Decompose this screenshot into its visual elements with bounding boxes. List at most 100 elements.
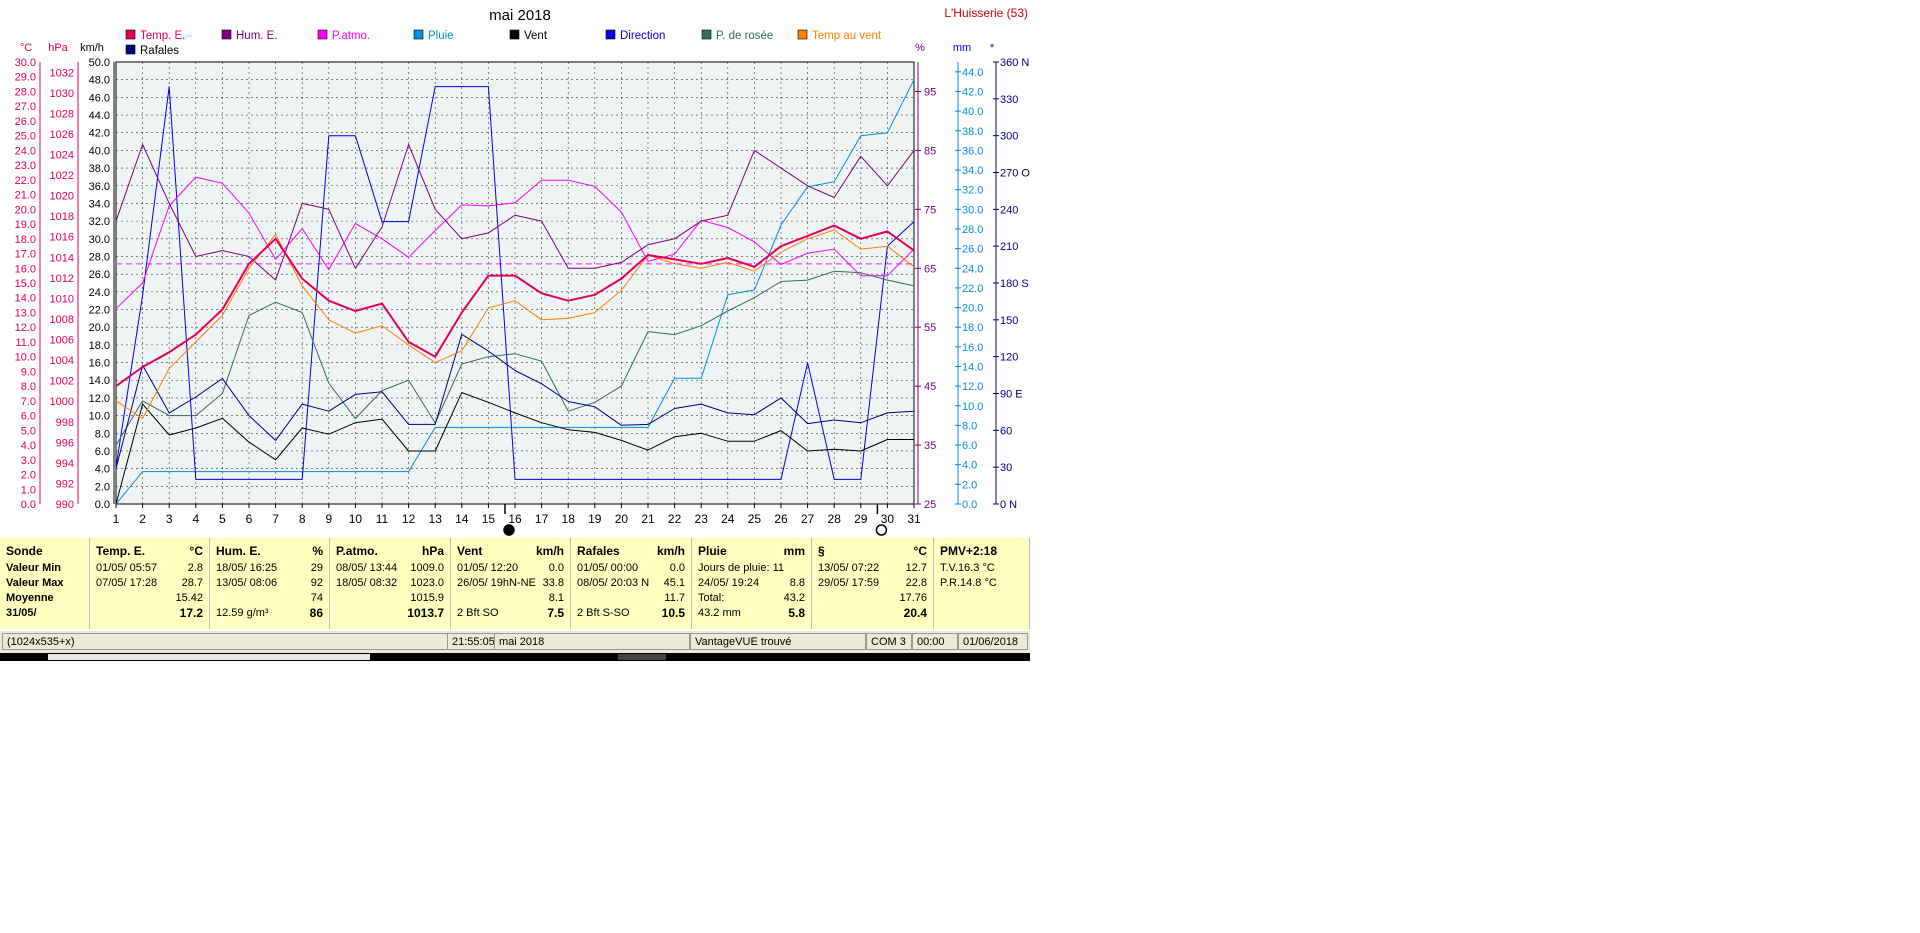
legend-swatch: [797, 29, 808, 40]
summary-column-title: Rafales: [577, 544, 620, 558]
wind-tick-label: 24.0: [89, 287, 110, 299]
wind-tick-label: 36.0: [89, 181, 110, 193]
x-tick-label: 30: [881, 512, 895, 526]
temp-tick-label: 13.0: [15, 307, 36, 319]
x-tick-label: 25: [748, 512, 762, 526]
summary-cell-label: P.R.14.8 °C: [940, 577, 997, 589]
rain-tick-label: 24.0: [962, 263, 983, 275]
summary-column-title: Temp. E.: [96, 544, 146, 558]
summary-row: 2 Bft SO 7.5: [457, 606, 564, 621]
temp-tick-label: 21.0: [15, 190, 36, 202]
summary-cell-value: 8.8: [789, 577, 805, 589]
summary-cell-value: 0.0: [669, 562, 685, 574]
temp-tick-label: 11.0: [15, 337, 36, 349]
summary-row: 01/05/ 05:57 2.8: [96, 561, 203, 576]
direction-axis-unit: *: [990, 42, 995, 54]
summary-cell-label: 26/05/ 19hN-NE: [457, 577, 536, 589]
summary-cell-label: 13/05/ 07:22: [818, 562, 880, 574]
summary-column: § °C 13/05/ 07:22 12.7 29/05/ 17:59 22.8 17.76…: [812, 538, 934, 629]
legend-label: Rafales: [140, 45, 179, 57]
summary-cell-label: 12.59 g/m³: [216, 607, 269, 619]
wind-tick-label: 44.0: [89, 110, 110, 122]
summary-cell-value: 10.5: [661, 606, 685, 620]
summary-cell-value: 22.8: [905, 577, 927, 589]
temp-tick-label: 1.0: [21, 484, 36, 496]
weather-chart: 0.0 1.0 2.0 3.0 4.0 5.0 6.0 7.0 8.0 9.0 10.0 11.0 12…: [0, 0, 1030, 538]
status-bar: (1024x535+x) 21:55:05 mai 2018 VantageVU…: [0, 631, 1030, 653]
summary-row: 43.2 mm 5.8: [698, 606, 805, 621]
direction-tick-label: 150: [1000, 315, 1018, 327]
summary-cell-value: 29: [310, 562, 323, 574]
summary-cell-value: 1023.0: [410, 577, 444, 589]
x-tick-label: 4: [192, 512, 199, 526]
x-tick-label: 24: [721, 512, 735, 526]
wind-tick-label: 50.0: [89, 57, 110, 69]
temp-tick-label: 17.0: [15, 249, 36, 261]
wind-tick-label: 20.0: [89, 322, 110, 334]
x-tick-label: 17: [535, 512, 549, 526]
temp-tick-label: 2.0: [21, 470, 36, 482]
humidity-tick-label: 55: [924, 322, 936, 334]
wind-tick-label: 14.0: [89, 375, 110, 387]
humidity-tick-label: 75: [924, 204, 936, 216]
summary-table: Sonde Valeur Min Valeur Max Moyenne 31/05/Te…: [0, 538, 1030, 629]
legend-label: P. de rosée: [716, 30, 773, 42]
summary-row: 31/05/: [6, 606, 83, 621]
summary-column-header: § °C: [818, 544, 927, 558]
x-tick-label: 14: [455, 512, 469, 526]
wind-tick-label: 8.0: [95, 428, 110, 440]
summary-row: 2 Bft S-SO 10.5: [577, 606, 685, 621]
summary-row: 18/05/ 16:25 29: [216, 561, 323, 576]
chart-title: mai 2018: [489, 7, 551, 24]
rain-tick-label: 34.0: [962, 165, 983, 177]
summary-cell-value: 20.4: [903, 606, 927, 620]
direction-tick-label: 300: [1000, 131, 1018, 143]
pressure-tick-label: 1032: [50, 67, 74, 79]
x-tick-label: 22: [668, 512, 682, 526]
wind-tick-label: 46.0: [89, 92, 110, 104]
summary-row: 18/05/ 08:32 1023.0: [336, 576, 444, 591]
summary-column-title: Hum. E.: [216, 544, 261, 558]
moon-full-icon: [875, 524, 888, 536]
rain-tick-label: 38.0: [962, 126, 983, 138]
x-tick-label: 5: [219, 512, 226, 526]
summary-cell-label: 01/05/ 00:00: [577, 562, 639, 574]
summary-column-title: P.atmo.: [336, 544, 378, 558]
wind-axis-unit: km/h: [80, 42, 104, 54]
summary-cell-value: 43.2: [783, 592, 805, 604]
temp-tick-label: 8.0: [21, 381, 36, 393]
pressure-tick-label: 1018: [50, 211, 74, 223]
summary-cell-value: 8.1: [548, 592, 564, 604]
summary-cell-value: 74: [310, 592, 323, 604]
temp-tick-label: 24.0: [15, 145, 36, 157]
summary-column: Sonde Valeur Min Valeur Max Moyenne 31/05/: [0, 538, 90, 629]
summary-row: 08/05/ 20:03 N 45.1: [577, 576, 685, 591]
pressure-tick-label: 1012: [50, 273, 74, 285]
wind-tick-label: 0.0: [95, 499, 110, 511]
summary-row: 13/05/ 08:06 92: [216, 576, 323, 591]
temp-tick-label: 7.0: [21, 396, 36, 408]
wind-tick-label: 12.0: [89, 393, 110, 405]
x-tick-label: 26: [774, 512, 788, 526]
x-tick-label: 9: [325, 512, 332, 526]
rain-tick-label: 22.0: [962, 283, 983, 295]
summary-column-header: Sonde: [6, 544, 83, 558]
x-tick-label: 11: [376, 512, 389, 526]
summary-row: 15.42: [96, 591, 203, 606]
summary-cell-label: Total:: [698, 592, 725, 604]
summary-cell-value: 86: [309, 606, 323, 620]
humidity-tick-label: 85: [924, 145, 936, 157]
x-tick-label: 19: [588, 512, 602, 526]
direction-tick-label: 60: [1000, 425, 1012, 437]
summary-column-title: Vent: [457, 544, 483, 558]
temp-tick-label: 14.0: [15, 293, 36, 305]
summary-column-header: Vent km/h: [457, 544, 564, 558]
summary-cell-label: T.V.16.3 °C: [940, 562, 995, 574]
summary-cell-value: 1009.0: [410, 562, 444, 574]
pressure-tick-label: 1010: [50, 293, 74, 305]
wind-tick-label: 40.0: [89, 145, 110, 157]
pressure-tick-label: 1024: [50, 150, 74, 162]
summary-row: 01/05/ 00:00 0.0: [577, 561, 685, 576]
summary-cell-label: 2 Bft S-SO: [577, 607, 630, 619]
summary-cell-label: 31/05/: [6, 607, 37, 619]
